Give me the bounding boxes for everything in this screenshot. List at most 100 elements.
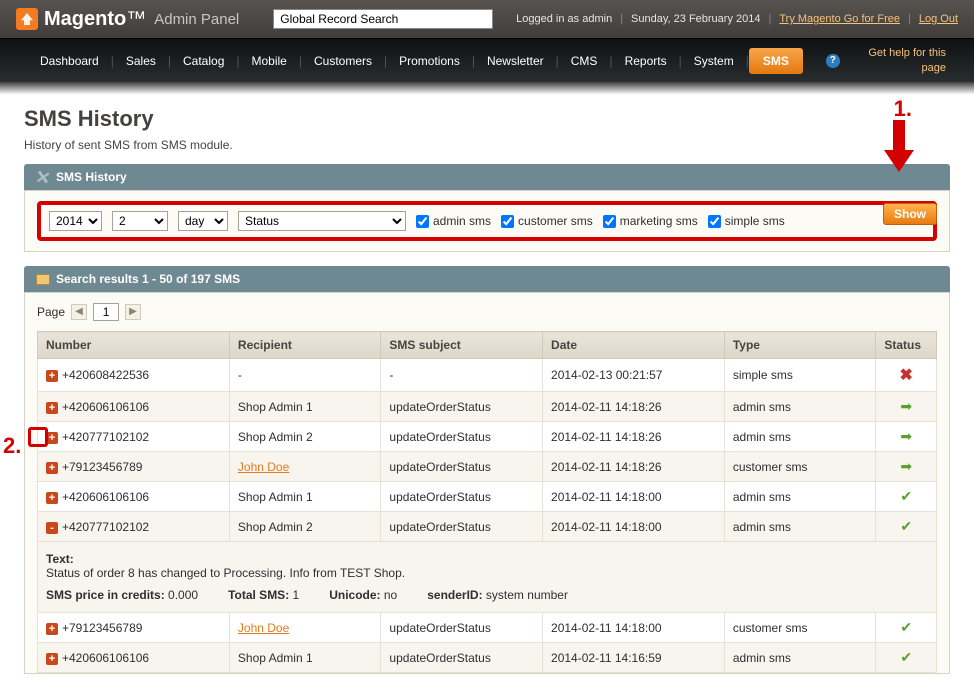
cell-type: simple sms bbox=[724, 359, 876, 392]
try-magento-link[interactable]: Try Magento Go for Free bbox=[779, 13, 900, 25]
cell-recipient: John Doe bbox=[229, 452, 381, 482]
expand-toggle[interactable]: + bbox=[46, 623, 58, 635]
nav-mobile[interactable]: Mobile bbox=[240, 46, 299, 76]
check-simple-sms[interactable]: simple sms bbox=[708, 214, 785, 228]
annotation-1: 1. bbox=[894, 96, 912, 122]
cell-number: +79123456789 bbox=[62, 460, 142, 474]
nav-cms[interactable]: CMS bbox=[559, 46, 610, 76]
cell-recipient: - bbox=[229, 359, 381, 392]
col-status[interactable]: Status bbox=[876, 332, 937, 359]
page-title: SMS History bbox=[24, 106, 950, 132]
nav-dashboard[interactable]: Dashboard bbox=[28, 46, 111, 76]
cell-number: +420606106106 bbox=[62, 651, 149, 665]
nav-system[interactable]: System bbox=[682, 46, 746, 76]
cell-subject: updateOrderStatus bbox=[381, 512, 543, 542]
check-marketing-sms[interactable]: marketing sms bbox=[603, 214, 698, 228]
cell-number: +420606106106 bbox=[62, 490, 149, 504]
nav-newsletter[interactable]: Newsletter bbox=[475, 46, 556, 76]
cell-status: ✔ bbox=[876, 613, 937, 643]
results-panel-header: Search results 1 - 50 of 197 SMS bbox=[24, 266, 950, 292]
table-row: ++420606106106Shop Admin 1updateOrderSta… bbox=[38, 392, 937, 422]
cell-date: 2014-02-11 14:18:00 bbox=[543, 482, 725, 512]
recipient-link[interactable]: John Doe bbox=[238, 460, 289, 474]
status-sent-icon: ➡ bbox=[884, 428, 928, 445]
check-admin-sms[interactable]: admin sms bbox=[416, 214, 491, 228]
main-nav: Dashboard| Sales| Catalog| Mobile| Custo… bbox=[0, 38, 974, 82]
nav-reports[interactable]: Reports bbox=[613, 46, 679, 76]
row-detail: Text:Status of order 8 has changed to Pr… bbox=[38, 542, 937, 613]
logo: Magento™ Admin Panel bbox=[16, 8, 239, 31]
table-row: ++420606106106Shop Admin 1updateOrderSta… bbox=[38, 643, 937, 673]
page-input[interactable] bbox=[93, 303, 119, 321]
status-sent-icon: ➡ bbox=[884, 458, 928, 475]
cell-subject: updateOrderStatus bbox=[381, 422, 543, 452]
expand-toggle[interactable]: + bbox=[46, 462, 58, 474]
cell-status: ➡ bbox=[876, 422, 937, 452]
page-prev-button[interactable]: ◀ bbox=[71, 304, 87, 320]
status-ok-icon: ✔ bbox=[884, 619, 928, 636]
sms-table: Number Recipient SMS subject Date Type S… bbox=[37, 331, 937, 673]
expand-toggle[interactable]: + bbox=[46, 492, 58, 504]
wrench-icon bbox=[33, 167, 52, 186]
magento-icon bbox=[16, 8, 38, 30]
expand-toggle[interactable]: + bbox=[46, 370, 58, 382]
logout-link[interactable]: Log Out bbox=[919, 13, 958, 25]
global-search bbox=[273, 9, 493, 29]
col-type[interactable]: Type bbox=[724, 332, 876, 359]
expand-toggle[interactable]: + bbox=[46, 653, 58, 665]
nav-promotions[interactable]: Promotions bbox=[387, 46, 472, 76]
cell-number: +420606106106 bbox=[62, 400, 149, 414]
expand-toggle[interactable]: + bbox=[46, 402, 58, 414]
cell-subject: updateOrderStatus bbox=[381, 452, 543, 482]
folder-icon bbox=[36, 274, 50, 285]
recipient-link[interactable]: John Doe bbox=[238, 621, 289, 635]
filter-bar: 2014 2 day Status admin sms customer sms… bbox=[24, 190, 950, 252]
cell-subject: - bbox=[381, 359, 543, 392]
status-sent-icon: ➡ bbox=[884, 398, 928, 415]
col-recipient[interactable]: Recipient bbox=[229, 332, 381, 359]
status-select[interactable]: Status bbox=[238, 211, 406, 231]
day-select[interactable]: day bbox=[178, 211, 228, 231]
cell-status: ✔ bbox=[876, 512, 937, 542]
status-ok-icon: ✔ bbox=[884, 649, 928, 666]
expand-toggle[interactable]: - bbox=[46, 522, 58, 534]
cell-recipient: Shop Admin 2 bbox=[229, 422, 381, 452]
year-select[interactable]: 2014 bbox=[49, 211, 102, 231]
help-link[interactable]: ? Get help for this page bbox=[826, 46, 946, 75]
month-select[interactable]: 2 bbox=[112, 211, 168, 231]
col-number[interactable]: Number bbox=[38, 332, 230, 359]
cell-date: 2014-02-11 14:16:59 bbox=[543, 643, 725, 673]
logged-in-text: Logged in as admin bbox=[516, 13, 612, 25]
cell-recipient: Shop Admin 1 bbox=[229, 482, 381, 512]
detail-text: Status of order 8 has changed to Process… bbox=[46, 566, 928, 580]
cell-status: ➡ bbox=[876, 392, 937, 422]
cell-subject: updateOrderStatus bbox=[381, 482, 543, 512]
page-subtitle: History of sent SMS from SMS module. bbox=[24, 138, 950, 152]
nav-sms[interactable]: SMS bbox=[749, 48, 803, 74]
cell-number: +420777102102 bbox=[62, 520, 149, 534]
detail-text-label: Text: bbox=[46, 552, 74, 566]
annotation-box-icon bbox=[28, 427, 48, 447]
cell-status: ➡ bbox=[876, 452, 937, 482]
nav-sales[interactable]: Sales bbox=[114, 46, 168, 76]
cell-recipient: Shop Admin 2 bbox=[229, 512, 381, 542]
table-row: -+420777102102 Shop Admin 2updateOrderSta… bbox=[38, 512, 937, 542]
annotation-2: 2. bbox=[3, 433, 21, 459]
status-ok-icon: ✔ bbox=[884, 518, 928, 535]
cell-status: ✖ bbox=[876, 359, 937, 392]
nav-customers[interactable]: Customers bbox=[302, 46, 384, 76]
cell-subject: updateOrderStatus bbox=[381, 643, 543, 673]
nav-catalog[interactable]: Catalog bbox=[171, 46, 236, 76]
col-subject[interactable]: SMS subject bbox=[381, 332, 543, 359]
cell-recipient: Shop Admin 1 bbox=[229, 392, 381, 422]
annotation-arrow-icon bbox=[884, 120, 914, 174]
global-search-input[interactable] bbox=[273, 9, 493, 29]
cell-subject: updateOrderStatus bbox=[381, 613, 543, 643]
cell-status: ✔ bbox=[876, 643, 937, 673]
show-button[interactable]: Show bbox=[883, 203, 937, 225]
page-next-button[interactable]: ▶ bbox=[125, 304, 141, 320]
check-customer-sms[interactable]: customer sms bbox=[501, 214, 593, 228]
table-row: ++79123456789John DoeupdateOrderStatus20… bbox=[38, 452, 937, 482]
col-date[interactable]: Date bbox=[543, 332, 725, 359]
cell-type: admin sms bbox=[724, 512, 876, 542]
